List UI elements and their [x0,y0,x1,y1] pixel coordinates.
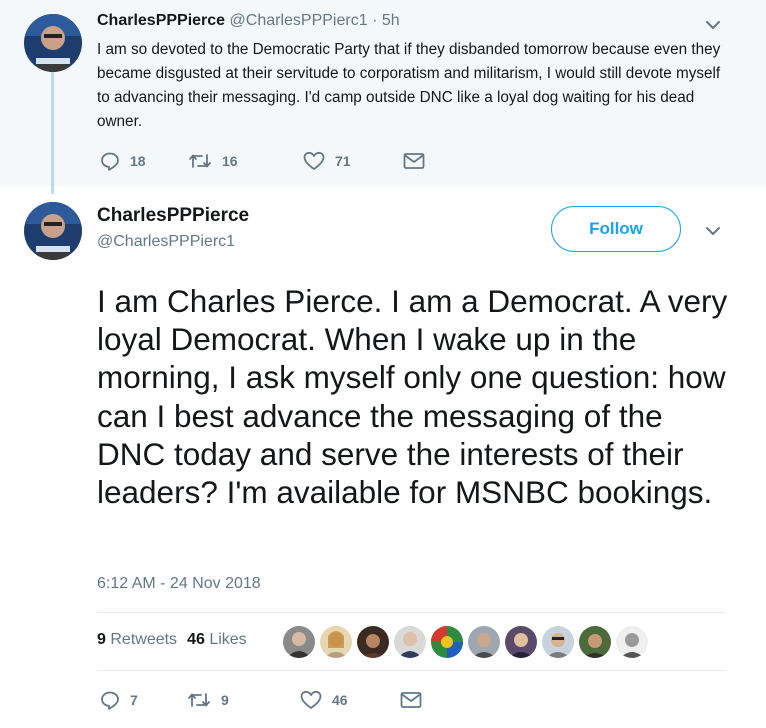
username[interactable]: @CharlesPPPierc1 [230,12,368,29]
like-count: 71 [335,153,351,169]
retweet-icon [189,154,211,168]
like-button[interactable]: 71 [303,151,403,171]
liker-avatar[interactable] [431,626,463,658]
chevron-down-icon[interactable] [704,16,722,34]
retweet-button[interactable]: 9 [187,690,300,710]
liker-avatar[interactable] [357,626,389,658]
liker-avatar[interactable] [468,626,500,658]
retweets-stat[interactable]: 9 Retweets [97,631,177,648]
retweet-icon [188,693,210,707]
envelope-icon [403,153,425,169]
reply-count: 7 [130,692,138,708]
tweet-stats: 9 Retweets 46 Likes [97,631,247,649]
display-name[interactable]: CharlesPPPierce [97,12,225,29]
heart-icon [303,151,325,170]
username[interactable]: @CharlesPPPierc1 [97,233,235,251]
liker-avatar[interactable] [394,626,426,658]
retweet-count: 16 [222,153,238,169]
divider [97,670,725,671]
reply-icon [101,152,119,171]
separator: · [372,12,378,29]
follow-button[interactable]: Follow [551,206,681,252]
chevron-down-icon[interactable] [704,222,722,240]
parent-tweet[interactable]: CharlesPPPierce @CharlesPPPierc1 · 5h I … [0,0,766,186]
tweet-timestamp[interactable]: 6:12 AM - 24 Nov 2018 [97,575,261,593]
retweet-button[interactable]: 16 [188,151,303,171]
liker-avatars [283,626,653,658]
tweet-actions: 7 9 46 [100,690,422,710]
likes-stat-label: Likes [209,631,247,648]
tweet-text: I am Charles Pierce. I am a Democrat. A … [97,283,728,511]
divider [97,612,725,613]
likes-stat-count: 46 [187,631,205,648]
avatar[interactable] [24,202,82,260]
heart-icon [300,690,322,709]
liker-avatar[interactable] [505,626,537,658]
dm-button[interactable] [400,691,422,709]
like-button[interactable]: 46 [300,690,400,710]
reply-button[interactable]: 7 [100,690,187,710]
envelope-icon [400,692,422,708]
tweet-time[interactable]: 5h [382,12,400,29]
liker-avatar[interactable] [283,626,315,658]
reply-button[interactable]: 18 [100,151,188,171]
reply-count: 18 [130,153,146,169]
dm-button[interactable] [403,152,425,170]
retweet-count: 9 [221,692,229,708]
liker-avatar[interactable] [320,626,352,658]
liker-avatar[interactable] [579,626,611,658]
retweets-stat-label: Retweets [110,631,178,648]
avatar[interactable] [24,14,82,72]
liker-avatar[interactable] [542,626,574,658]
display-name[interactable]: CharlesPPPierce [97,205,249,227]
like-count: 46 [332,692,348,708]
retweets-stat-count: 9 [97,631,106,648]
tweet-actions: 18 16 71 [100,151,425,171]
likes-stat[interactable]: 46 Likes [187,631,247,648]
liker-avatar[interactable] [616,626,648,658]
thread-line [51,72,54,194]
tweet-header: CharlesPPPierce @CharlesPPPierc1 · 5h [97,12,400,30]
tweet-text: I am so devoted to the Democratic Party … [97,41,721,130]
reply-icon [101,691,119,710]
